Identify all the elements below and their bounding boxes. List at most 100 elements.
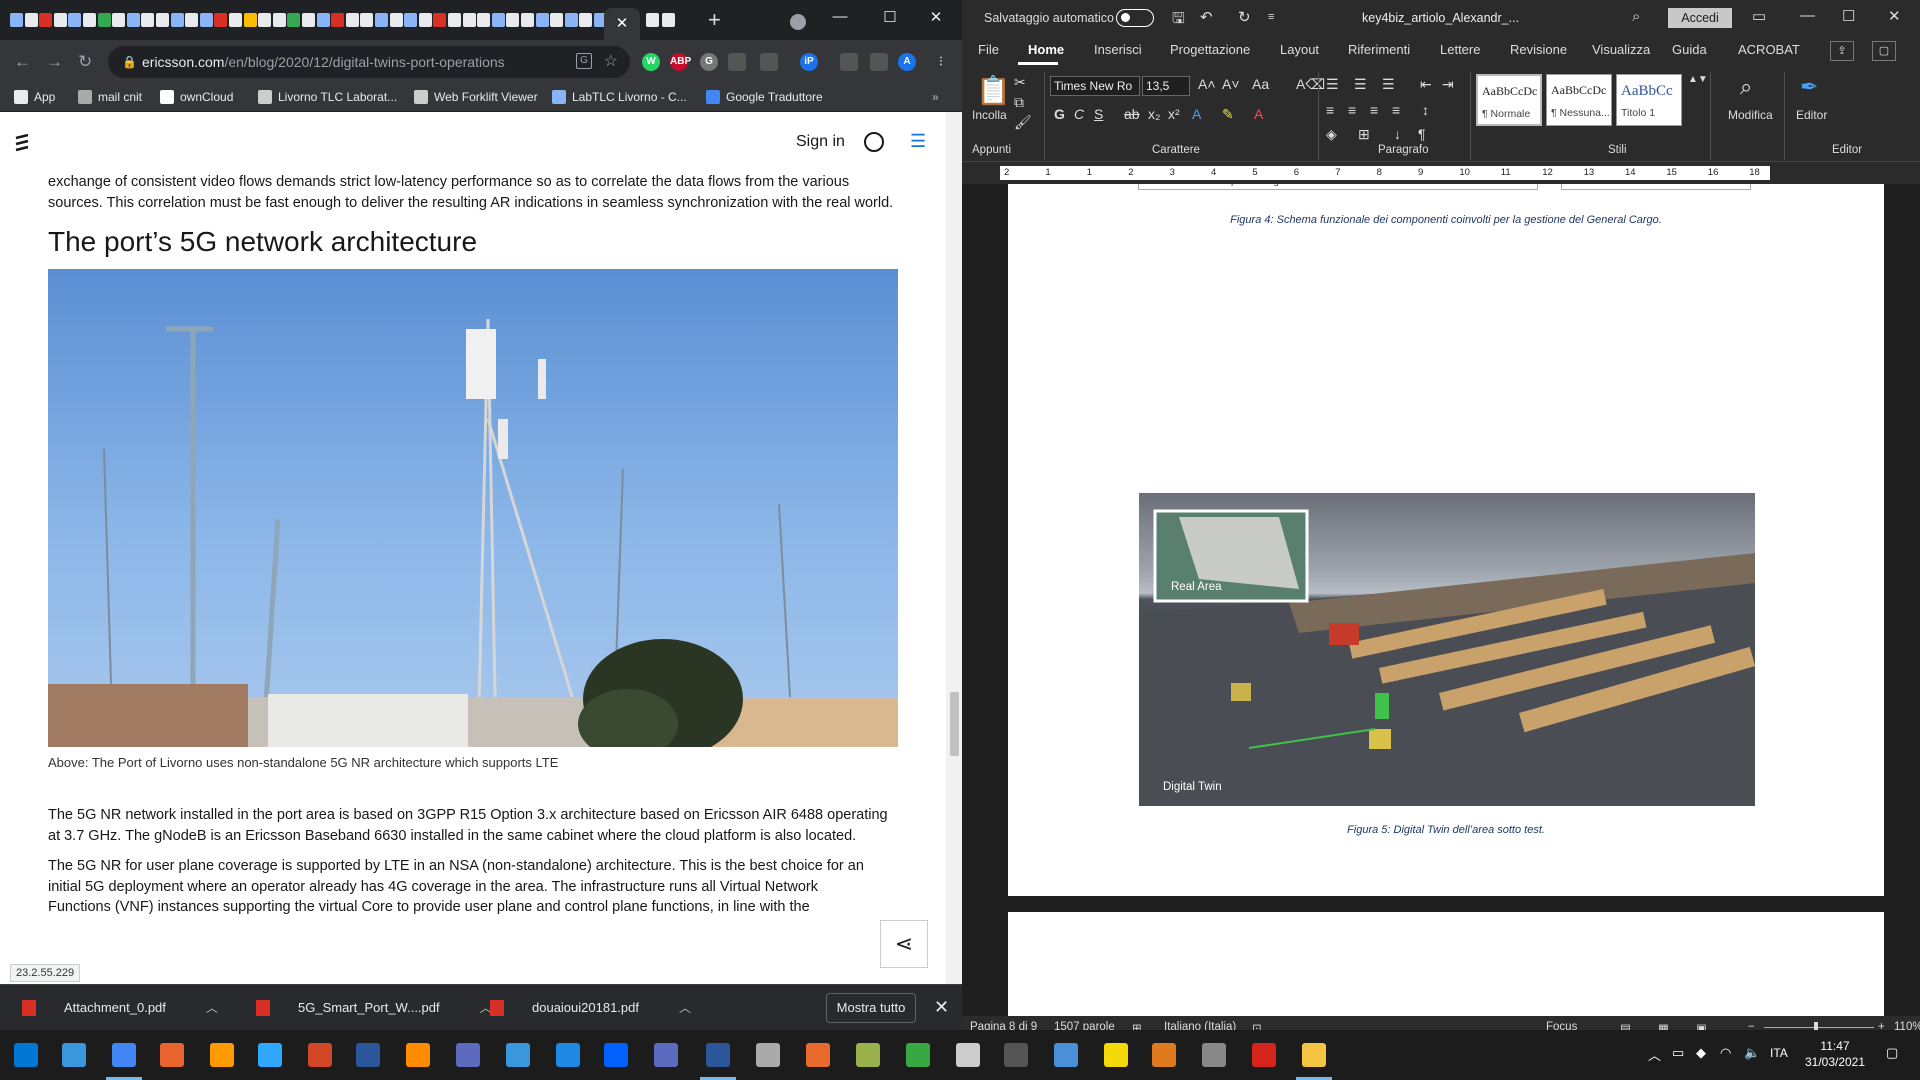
tab-favicon[interactable]	[83, 13, 96, 27]
forward-icon[interactable]: →	[46, 52, 63, 72]
superscript-icon[interactable]: x²	[1168, 106, 1180, 122]
show-all-downloads-button[interactable]: Mostra tutto	[826, 993, 916, 1023]
align-right-icon[interactable]: ≡	[1370, 102, 1378, 118]
clock[interactable]: 11:47 31/03/2021	[1800, 1038, 1870, 1070]
tab-favicon[interactable]	[433, 13, 447, 27]
windows-start-icon[interactable]	[14, 1043, 38, 1067]
bullets-icon[interactable]: ☰	[1326, 76, 1339, 93]
tab-favicon[interactable]	[302, 13, 315, 27]
borders-icon[interactable]: ⊞	[1358, 126, 1370, 143]
translate-icon[interactable]: G	[576, 53, 592, 69]
subscript-icon[interactable]: x₂	[1148, 106, 1160, 122]
file-explorer-icon[interactable]	[1302, 1043, 1326, 1067]
app-icon[interactable]	[556, 1043, 580, 1067]
tab-favicon[interactable]	[375, 13, 388, 27]
app-icon[interactable]	[756, 1043, 780, 1067]
paste-button[interactable]: Incolla	[972, 108, 1007, 122]
text-effects-icon[interactable]: A	[1192, 106, 1201, 122]
tab-favicon[interactable]	[564, 13, 578, 27]
share-icon[interactable]: ⇪	[1830, 41, 1854, 61]
italic-icon[interactable]: C	[1074, 106, 1084, 122]
tab-layout[interactable]: Layout	[1280, 42, 1319, 57]
save-icon[interactable]: 🖫	[1172, 8, 1185, 33]
tab-favicon[interactable]	[579, 13, 593, 27]
tab-revisione[interactable]: Revisione	[1510, 42, 1567, 57]
zoom-level[interactable]: 110%	[1894, 1021, 1920, 1030]
tab-favicon[interactable]	[535, 13, 549, 27]
accessibility-icon[interactable]: ⊡	[1252, 1021, 1262, 1030]
app-icon[interactable]	[1054, 1043, 1078, 1067]
maximize-button[interactable]: ☐	[870, 8, 910, 26]
extension-icon[interactable]	[760, 53, 778, 71]
customize-qat-icon[interactable]: ≡	[1268, 11, 1274, 23]
style-titolo1[interactable]: AaBbCc Titolo 1	[1616, 74, 1682, 126]
tab-close-icon[interactable]: ✕	[616, 15, 629, 32]
tab-favicon[interactable]	[10, 13, 23, 27]
autosave-toggle[interactable]	[1116, 9, 1154, 27]
tab-favicon[interactable]	[462, 13, 476, 27]
word-taskbar-icon[interactable]	[706, 1043, 730, 1067]
align-center-icon[interactable]: ≡	[1348, 102, 1356, 118]
maximize-button[interactable]: ☐	[1842, 7, 1855, 25]
tab-favicon[interactable]	[112, 13, 126, 27]
tab-favicon[interactable]	[199, 13, 213, 27]
tab-favicon[interactable]	[506, 13, 520, 27]
bookmark-item[interactable]: Web Forklift Viewer	[414, 90, 538, 104]
search-icon[interactable]: ⌕	[1632, 8, 1640, 25]
tab-favicon[interactable]	[53, 13, 67, 27]
tab-favicon[interactable]	[345, 13, 359, 27]
address-bar[interactable]: 🔒 ericsson.com/en/blog/2020/12/digital-t…	[108, 46, 630, 78]
lock-icon[interactable]: 🔒	[122, 55, 137, 69]
terminal-icon[interactable]	[1004, 1043, 1028, 1067]
minimize-button[interactable]: —	[820, 8, 860, 25]
download-item[interactable]: douaioui20181.pdf ︿	[490, 999, 691, 1016]
app-icon[interactable]	[1152, 1043, 1176, 1067]
proofing-icon[interactable]: ⊞	[1132, 1021, 1142, 1030]
tab-lettere[interactable]: Lettere	[1440, 42, 1480, 57]
tab-favicon[interactable]	[646, 13, 659, 27]
style-nessuna[interactable]: AaBbCcDc ¶ Nessuna...	[1546, 74, 1612, 126]
minimize-button[interactable]: —	[1800, 7, 1815, 24]
zoom-slider-thumb[interactable]	[1814, 1022, 1818, 1030]
extension-icon[interactable]	[840, 53, 858, 71]
chrome-menu-icon[interactable]: ⋮	[932, 53, 950, 71]
tab-favicon[interactable]	[126, 13, 140, 27]
editor-icon[interactable]: ✒	[1800, 74, 1818, 100]
copy-icon[interactable]: ⧉	[1014, 94, 1024, 111]
digital-twin-image[interactable]: Real Area Digital Twin	[1139, 493, 1755, 806]
tab-visualizza[interactable]: Visualizza	[1592, 42, 1650, 57]
show-formatting-icon[interactable]: ¶	[1418, 126, 1426, 142]
tab-favicon[interactable]	[389, 13, 403, 27]
zoom-out-icon[interactable]: −	[1748, 1021, 1755, 1030]
ruler[interactable]: 2 1 1 2 3 4 5 6 7 8 9 10 11 12 13 14 15 16 18	[962, 162, 1920, 184]
highlight-icon[interactable]: ✎	[1222, 106, 1234, 123]
tab-favicon[interactable]	[68, 13, 82, 27]
strikethrough-icon[interactable]: ab	[1124, 106, 1140, 122]
tab-favicon[interactable]	[141, 13, 155, 27]
tab-favicon[interactable]	[521, 13, 534, 27]
tab-favicon[interactable]	[287, 13, 301, 27]
zoom-in-icon[interactable]: +	[1878, 1021, 1885, 1030]
tab-favicon[interactable]	[662, 13, 675, 27]
undo-icon[interactable]: ↶	[1200, 8, 1213, 26]
powerpoint-icon[interactable]	[308, 1043, 332, 1067]
bookmark-item[interactable]: ownCloud	[160, 90, 233, 104]
notifications-icon[interactable]: ▢	[1886, 1045, 1898, 1061]
font-color-icon[interactable]: A	[1254, 106, 1263, 122]
styles-scroll-icon[interactable]: ▲▼	[1688, 74, 1708, 85]
sign-in-button[interactable]: Accedi	[1668, 8, 1732, 28]
tab-favicon[interactable]	[229, 13, 242, 27]
bookmarks-overflow[interactable]: »	[932, 90, 939, 104]
document-name[interactable]: key4biz_artiolo_Alexandr_...	[1362, 11, 1519, 25]
reload-icon[interactable]: ↻	[78, 52, 92, 72]
tab-favicon[interactable]	[243, 13, 257, 27]
document-page[interactable]: positioning measurement Figura 4: Schema…	[1008, 184, 1884, 896]
multilevel-icon[interactable]: ☰	[1382, 76, 1395, 93]
download-item[interactable]: Attachment_0.pdf ︿	[22, 999, 218, 1016]
input-language[interactable]: ITA	[1770, 1046, 1788, 1060]
tab-search-icon[interactable]	[790, 14, 806, 30]
font-name-select[interactable]: Times New Ro	[1050, 76, 1140, 96]
app-icon[interactable]	[956, 1043, 980, 1067]
extension-icon[interactable]: ABP	[670, 53, 691, 71]
app-icon[interactable]	[806, 1043, 830, 1067]
